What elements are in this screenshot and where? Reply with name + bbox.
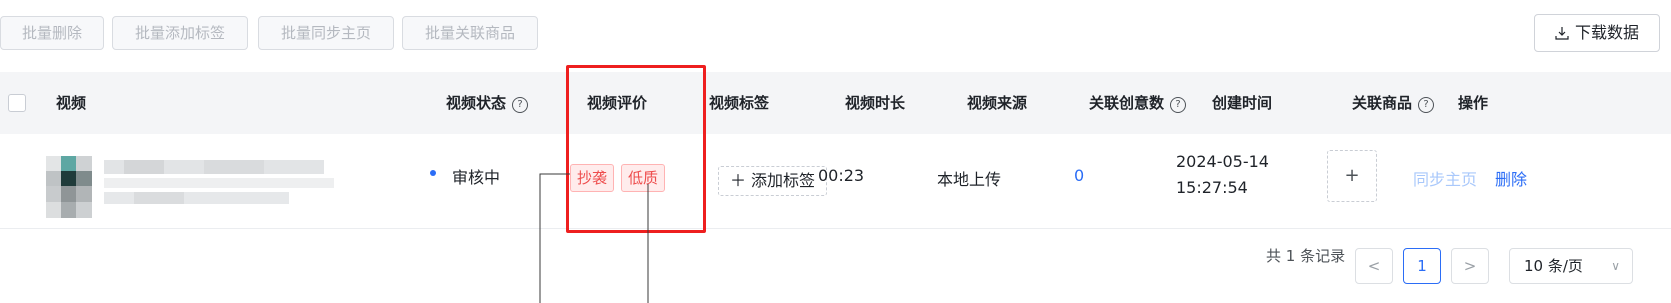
add-product-button[interactable]: +	[1327, 150, 1377, 202]
batch-link-product-button[interactable]: 批量关联商品	[402, 16, 538, 50]
annotation-leader-lines	[539, 173, 649, 303]
page-size-select[interactable]: 10 条/页 ∨	[1509, 248, 1633, 284]
chevron-down-icon: ∨	[1611, 259, 1620, 273]
batch-delete-button[interactable]: 批量删除	[0, 16, 104, 50]
created-time: 15:27:54	[1176, 178, 1248, 197]
add-tag-button[interactable]: ＋ 添加标签	[718, 166, 827, 196]
header-linked-products: 关联商品?	[1352, 92, 1435, 113]
header-linked-creatives: 关联创意数?	[1089, 92, 1187, 113]
duration-value: 00:23	[818, 166, 865, 185]
download-icon	[1555, 27, 1569, 40]
pagination-prev-button[interactable]: <	[1355, 248, 1393, 284]
help-icon[interactable]: ?	[512, 97, 529, 113]
select-all-checkbox[interactable]	[8, 94, 26, 112]
linked-creatives-count[interactable]: 0	[1074, 166, 1084, 185]
header-status: 视频状态?	[446, 92, 529, 113]
sync-homepage-link[interactable]: 同步主页	[1413, 166, 1477, 190]
help-icon[interactable]: ?	[1170, 97, 1187, 113]
header-actions: 操作	[1458, 94, 1489, 112]
status-text: 审核中	[452, 168, 501, 187]
header-tags: 视频标签	[709, 94, 770, 112]
plus-icon: ＋	[729, 171, 752, 190]
header-source: 视频来源	[967, 94, 1028, 112]
delete-link[interactable]: 删除	[1495, 166, 1527, 190]
header-created-at: 创建时间	[1212, 94, 1273, 112]
header-video: 视频	[56, 94, 87, 112]
batch-sync-homepage-button[interactable]: 批量同步主页	[258, 16, 394, 50]
header-duration: 视频时长	[845, 94, 906, 112]
video-title-blurred	[104, 160, 334, 204]
status-dot	[430, 170, 436, 176]
batch-add-tag-button[interactable]: 批量添加标签	[112, 16, 248, 50]
source-value: 本地上传	[937, 170, 1002, 189]
help-icon[interactable]: ?	[1418, 97, 1435, 113]
pagination-total: 共 1 条记录	[1266, 247, 1346, 265]
download-data-button[interactable]: 下载数据	[1534, 14, 1660, 52]
download-label: 下载数据	[1574, 23, 1639, 42]
video-thumbnail[interactable]	[46, 156, 92, 218]
created-date: 2024-05-14	[1176, 152, 1269, 171]
pagination-next-button[interactable]: >	[1451, 248, 1489, 284]
pagination-page-1[interactable]: 1	[1403, 248, 1441, 284]
